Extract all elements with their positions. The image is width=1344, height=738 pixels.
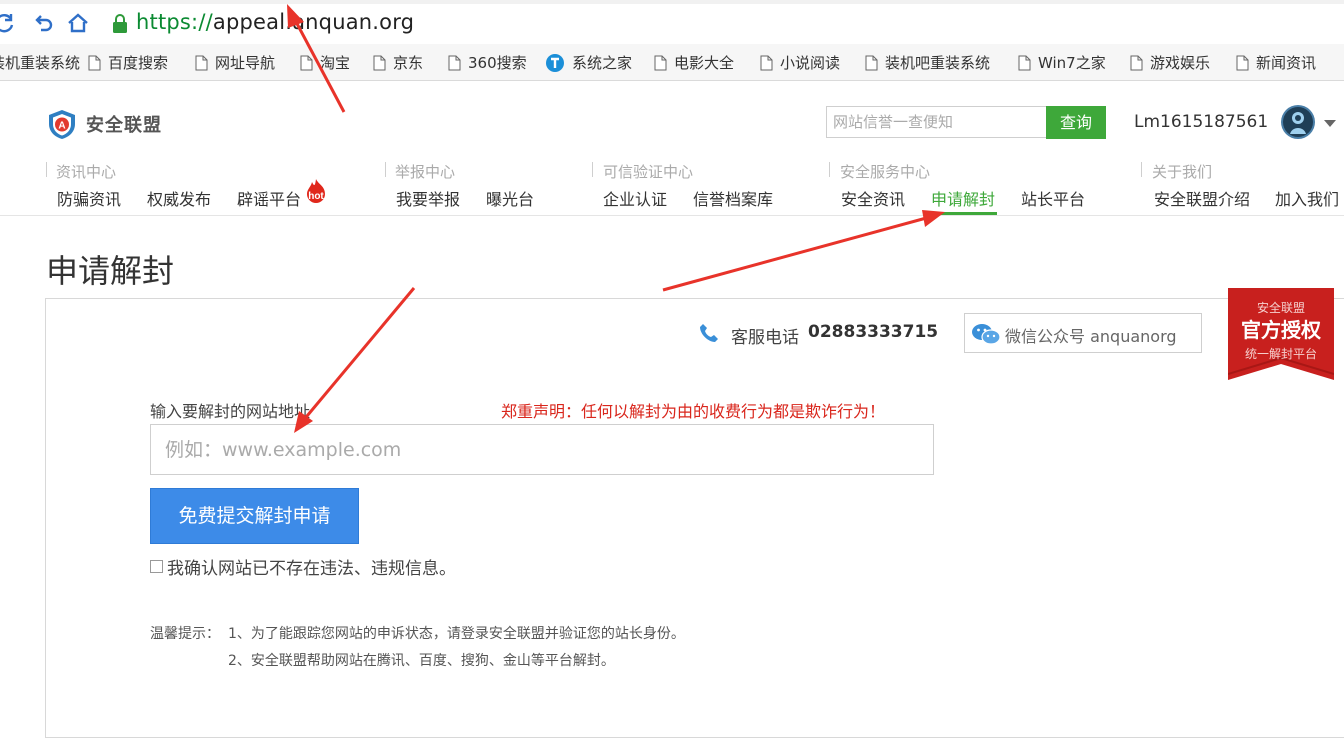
lock-icon [112, 14, 128, 38]
confirm-checkbox-row[interactable]: 我确认网站已不存在违法、违规信息。 [150, 554, 456, 579]
site-search-input[interactable] [826, 106, 1046, 138]
fraud-warning: 郑重声明：任何以解封为由的收费行为都是欺诈行为！ [501, 402, 886, 421]
nav-divider [829, 162, 830, 177]
website-url-label: 输入要解封的网站地址 [150, 402, 311, 421]
nav-item-anti-fraud[interactable]: 防骗资讯 [57, 186, 121, 210]
bookmark-item[interactable]: 新闻资讯 [1236, 52, 1316, 73]
avatar[interactable] [1280, 104, 1316, 140]
bookmark-item[interactable]: 百度搜索 [88, 52, 168, 73]
tip-line-1: 1、为了能跟踪您网站的申诉状态，请登录安全联盟并验证您的站长身份。 [228, 626, 685, 642]
wechat-account-box[interactable]: 微信公众号 anquanorg [964, 313, 1202, 353]
bookmarks-bar: 装机重装系统 百度搜索 网址导航 淘宝 京东 360搜索 系统之家 电影大全 小… [0, 44, 1344, 81]
bookmark-item[interactable]: 360搜索 [448, 52, 527, 73]
bookmark-item[interactable]: 京东 [373, 52, 423, 73]
phone-icon [700, 324, 718, 342]
page-icon [448, 55, 461, 70]
confirm-checkbox-label: 我确认网站已不存在违法、违规信息。 [167, 559, 456, 579]
shield-logo-icon: A [49, 110, 75, 139]
nav-item-webmaster[interactable]: 站长平台 [1021, 186, 1085, 210]
nav-divider [46, 162, 47, 177]
refresh-icon[interactable] [0, 11, 16, 35]
nav-item-apply-unblock[interactable]: 申请解封 [931, 186, 995, 210]
tips-label: 温馨提示： [150, 626, 220, 642]
nav-item-report[interactable]: 我要举报 [396, 186, 460, 210]
chevron-down-icon[interactable] [1324, 120, 1336, 128]
page-icon [88, 55, 101, 70]
bookmark-item[interactable]: 电影大全 [654, 52, 734, 73]
page-icon [1018, 55, 1031, 70]
service-phone-label: 客服电话 [731, 328, 799, 348]
nav-item-exposure[interactable]: 曝光台 [486, 186, 534, 210]
username-link[interactable]: Lm1615187561 [1134, 112, 1268, 132]
logo-text: 安全联盟 [86, 115, 162, 136]
nav-group-verify: 可信验证中心 [603, 163, 694, 181]
page-icon [1236, 55, 1249, 70]
hot-badge-text: hot [308, 191, 324, 202]
nav-item-official-release[interactable]: 权威发布 [147, 186, 211, 210]
site-logo-icon [546, 53, 564, 72]
nav-group-service: 安全服务中心 [840, 163, 931, 181]
wechat-icon [972, 324, 1001, 345]
nav-divider [385, 162, 386, 177]
arrow-to-apply-unblock [662, 210, 945, 292]
nav-item-join-us[interactable]: 加入我们 [1275, 186, 1339, 210]
page-title: 申请解封 [46, 252, 175, 290]
tab-strip-edge [0, 0, 1344, 4]
nav-item-enterprise-cert[interactable]: 企业认证 [603, 186, 667, 210]
page-icon [865, 55, 878, 70]
submit-unblock-button[interactable]: 免费提交解封申请 [150, 488, 359, 544]
header-divider [0, 215, 1344, 216]
nav-group-about: 关于我们 [1152, 163, 1213, 181]
bookmark-item[interactable]: 装机重装系统 [0, 52, 80, 73]
home-icon[interactable] [66, 11, 90, 35]
search-button[interactable]: 查询 [1046, 106, 1106, 139]
nav-group-report: 举报中心 [395, 163, 456, 181]
url-field[interactable]: https://appeal.anquan.org [104, 8, 1344, 38]
page-icon [300, 55, 313, 70]
website-url-input[interactable] [150, 424, 934, 475]
bookmark-item[interactable]: 系统之家 [545, 52, 632, 73]
site-logo[interactable]: A 安全联盟 [46, 108, 162, 140]
nav-divider [1141, 162, 1142, 177]
bookmark-item[interactable]: 淘宝 [300, 52, 350, 73]
bookmark-item[interactable]: 网址导航 [195, 52, 275, 73]
hot-badge-icon: hot [307, 179, 325, 203]
svg-text:A: A [58, 121, 65, 132]
url-text: https://appeal.anquan.org [136, 10, 415, 34]
page-icon [760, 55, 773, 70]
bookmark-item[interactable]: 装机吧重装系统 [865, 52, 990, 73]
nav-item-rumor-platform[interactable]: 辟谣平台 [237, 186, 301, 210]
bookmark-item[interactable]: 游戏娱乐 [1130, 52, 1210, 73]
page-icon [1130, 55, 1143, 70]
wechat-account-text: 微信公众号 anquanorg [1005, 327, 1177, 346]
nav-item-about-alliance[interactable]: 安全联盟介绍 [1154, 186, 1250, 210]
confirm-checkbox[interactable] [150, 560, 163, 573]
official-authorization-badge: 安全联盟 官方授权 统一解封平台 [1228, 288, 1334, 380]
nav-group-news: 资讯中心 [56, 163, 117, 181]
tip-line-2: 2、安全联盟帮助网站在腾讯、百度、搜狗、金山等平台解封。 [228, 653, 615, 669]
badge-line3: 统一解封平台 [1245, 346, 1317, 361]
badge-line1: 安全联盟 [1257, 300, 1305, 315]
nav-item-security-news[interactable]: 安全资讯 [841, 186, 905, 210]
page-icon [373, 55, 386, 70]
bookmark-item[interactable]: 小说阅读 [760, 52, 840, 73]
service-phone-number: 02883333715 [808, 322, 939, 342]
bookmark-item[interactable]: Win7之家 [1018, 52, 1106, 73]
browser-address-bar: https://appeal.anquan.org [0, 0, 1344, 45]
undo-icon[interactable] [32, 11, 56, 35]
nav-item-credit-archive[interactable]: 信誉档案库 [693, 186, 773, 210]
badge-line2: 官方授权 [1241, 318, 1322, 342]
page-icon [195, 55, 208, 70]
page-icon [654, 55, 667, 70]
nav-divider [592, 162, 593, 177]
